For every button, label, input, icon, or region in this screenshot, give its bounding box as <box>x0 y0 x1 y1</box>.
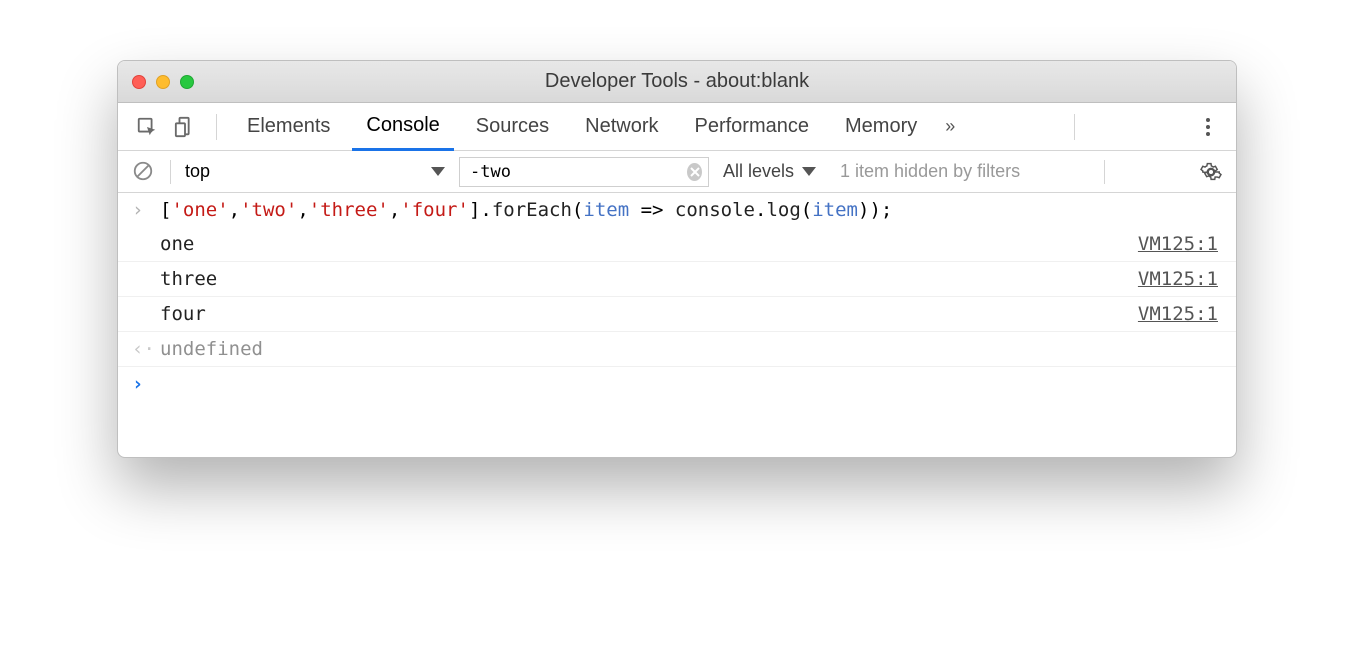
chevron-down-icon <box>802 167 816 176</box>
log-row: threeVM125:1 <box>118 262 1236 297</box>
tab-console[interactable]: Console <box>352 104 453 151</box>
separator <box>1074 114 1075 140</box>
log-source-link[interactable]: VM125:1 <box>1138 303 1222 325</box>
devtools-window: Developer Tools - about:blank ElementsCo… <box>117 60 1237 458</box>
hidden-count-label: 1 item hidden by filters <box>840 161 1020 182</box>
console-input-row: › ['one','two','three','four'].forEach(i… <box>118 193 1236 227</box>
window-title: Developer Tools - about:blank <box>118 70 1236 93</box>
tabs-overflow-button[interactable]: » <box>945 116 955 137</box>
return-value: undefined <box>160 338 1222 360</box>
execution-context-label: top <box>185 161 210 182</box>
clear-filter-icon[interactable] <box>687 163 702 181</box>
device-toolbar-icon[interactable] <box>170 112 200 142</box>
titlebar: Developer Tools - about:blank <box>118 61 1236 103</box>
console-prompt-row[interactable]: › <box>118 367 1236 401</box>
separator <box>216 114 217 140</box>
tab-elements[interactable]: Elements <box>233 103 344 150</box>
console-output: › ['one','two','three','four'].forEach(i… <box>118 193 1236 457</box>
console-input-code: ['one','two','three','four'].forEach(ite… <box>160 199 1222 221</box>
log-text: three <box>160 268 1138 290</box>
tab-performance[interactable]: Performance <box>681 103 824 150</box>
tab-network[interactable]: Network <box>571 103 672 150</box>
log-source-link[interactable]: VM125:1 <box>1138 268 1222 290</box>
console-return-row: ‹· undefined <box>118 332 1236 367</box>
inspect-element-icon[interactable] <box>132 112 162 142</box>
devtools-tabbar: ElementsConsoleSourcesNetworkPerformance… <box>118 103 1236 151</box>
log-levels-selector[interactable]: All levels <box>723 161 816 182</box>
execution-context-selector[interactable]: top <box>185 158 445 186</box>
filter-input[interactable] <box>470 162 687 182</box>
log-levels-label: All levels <box>723 161 794 182</box>
return-marker: ‹· <box>132 338 160 360</box>
filter-input-wrapper[interactable] <box>459 157 709 187</box>
separator <box>1104 160 1105 184</box>
kebab-menu-icon[interactable] <box>1194 118 1222 136</box>
input-marker: › <box>132 199 160 221</box>
chevron-down-icon <box>431 167 445 176</box>
log-text: four <box>160 303 1138 325</box>
log-source-link[interactable]: VM125:1 <box>1138 233 1222 255</box>
console-settings-icon[interactable] <box>1188 161 1222 183</box>
prompt-marker: › <box>132 373 160 395</box>
console-filter-bar: top All levels 1 item hidden by filters <box>118 151 1236 193</box>
tab-sources[interactable]: Sources <box>462 103 563 150</box>
tab-memory[interactable]: Memory <box>831 103 931 150</box>
separator <box>170 160 171 184</box>
clear-console-icon[interactable] <box>132 160 156 184</box>
log-row: fourVM125:1 <box>118 297 1236 332</box>
log-text: one <box>160 233 1138 255</box>
log-row: oneVM125:1 <box>118 227 1236 262</box>
